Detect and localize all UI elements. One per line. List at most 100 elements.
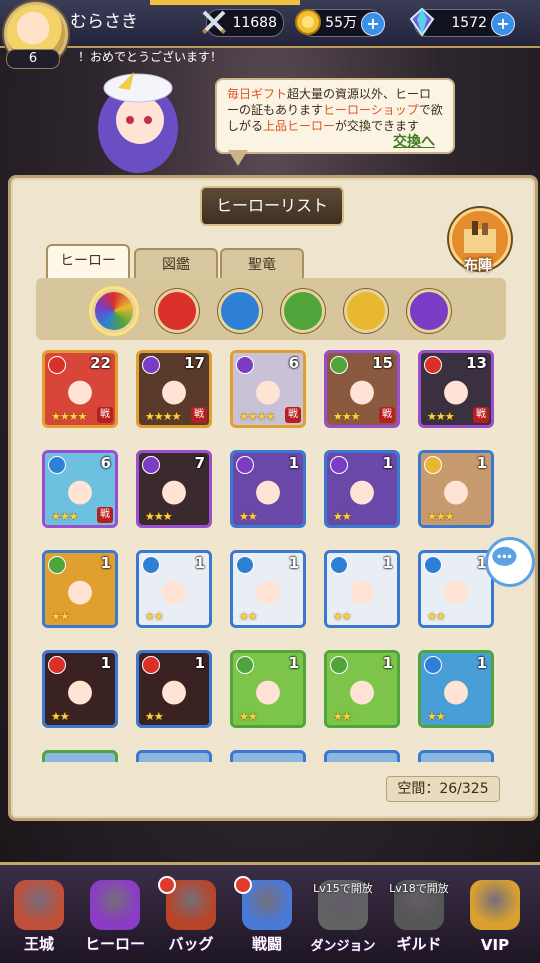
exchange-link[interactable]: 交換へ [393,131,435,151]
nav-guild-button[interactable]: Lv18で開放 ギルド [384,870,454,956]
gold-display: 55万 + [295,9,385,37]
hero-card[interactable]: 1 ★★ [230,550,306,628]
hero-count: 17 [184,354,205,372]
hero-card-partial[interactable] [136,750,212,762]
hero-card[interactable]: 1 ★★ [324,550,400,628]
dark-element-icon [142,356,160,374]
hero-stars: ★★ [51,610,70,623]
filter-all-icon[interactable] [92,289,136,333]
hero-count: 6 [288,354,299,372]
hero-card[interactable]: 1 ★★ [42,650,118,728]
hero-card-partial[interactable] [230,750,306,762]
wood-element-icon [48,556,66,574]
inventory-space: 空間：26/325 [386,776,500,802]
hero-card-partial[interactable] [418,750,494,762]
in-battle-badge: 戦 [473,407,489,423]
hero-icon [90,880,140,930]
hero-card[interactable]: 1 ★★ [230,450,306,528]
hero-card[interactable]: 1 ★★ [136,650,212,728]
nav-label: ダンジョン [310,939,376,954]
hero-count: 1 [476,454,487,472]
hero-count: 22 [90,354,111,372]
crossed-swords-icon [200,10,228,36]
hero-stars: ★★ [239,510,258,523]
nav-bag-button[interactable]: バッグ [156,870,226,956]
hero-card[interactable]: 1 ★★ [418,550,494,628]
gold-value: 55万 [325,15,357,31]
add-gems-button[interactable]: + [491,12,515,36]
fire-element-icon [48,356,66,374]
gold-coin-icon [295,9,321,35]
hero-card[interactable]: 1 ★★ [324,650,400,728]
gem-icon [409,7,435,37]
tab-holy-dragon[interactable]: 聖竜 [220,248,304,280]
hero-card[interactable]: 17 ★★★★ 戦 [136,350,212,428]
add-gold-button[interactable]: + [361,12,385,36]
chat-button[interactable] [485,537,535,587]
tab-encyclopedia[interactable]: 図鑑 [134,248,218,280]
hero-grid: 22 ★★★★ 戦 17 ★★★★ 戦 6 ★★★★ 戦 15 ★★★ 戦 13 ★★★ 戦 6 ★★★ 戦 7 ★★… [36,342,506,762]
hero-card[interactable]: 6 ★★★★ 戦 [230,350,306,428]
wood-element-icon [236,656,254,674]
nav-vip-button[interactable]: VIP [460,870,530,956]
filter-wood-icon[interactable] [281,289,325,333]
hero-count: 1 [288,654,299,672]
hero-card[interactable]: 15 ★★★ 戦 [324,350,400,428]
water-element-icon [142,556,160,574]
hero-count: 1 [476,654,487,672]
hero-count: 15 [372,354,393,372]
hero-stars: ★★★★ [239,410,275,423]
hero-card[interactable]: 6 ★★★ 戦 [42,450,118,528]
nav-battle-button[interactable]: 戦闘 [232,870,302,956]
wood-element-icon [330,656,348,674]
hero-card[interactable]: 1 ★★ [42,550,118,628]
filter-dark-icon[interactable] [407,289,451,333]
hero-count: 13 [466,354,487,372]
dark-element-icon [142,456,160,474]
nav-hero-button[interactable]: ヒーロー [80,870,150,956]
hero-stars: ★★ [427,710,446,723]
hero-card[interactable]: 22 ★★★★ 戦 [42,350,118,428]
dark-element-icon [236,456,254,474]
notification-dot [234,876,252,894]
in-battle-badge: 戦 [285,407,301,423]
hero-card[interactable]: 1 ★★ [136,550,212,628]
hero-stars: ★★★ [51,510,79,523]
hero-card[interactable]: 1 ★★ [324,450,400,528]
guide-character [98,72,178,173]
fire-element-icon [142,656,160,674]
wood-element-icon [330,356,348,374]
nav-label: ヒーロー [84,935,145,953]
tab-heroes[interactable]: ヒーロー [46,244,130,280]
hero-stars: ★★ [51,710,70,723]
hero-stars: ★★ [333,510,352,523]
power-value: 11688 [232,15,277,31]
hero-card[interactable]: 7 ★★★ [136,450,212,528]
hero-stars: ★★ [427,610,446,623]
hero-card[interactable]: 1 ★★ [418,650,494,728]
filter-light-icon[interactable] [344,289,388,333]
nav-dungeon-button[interactable]: Lv15で開放 ダンジョン [308,870,378,956]
hero-stars: ★★ [333,610,352,623]
filter-water-icon[interactable] [218,289,262,333]
hero-stars: ★★ [239,610,258,623]
filter-fire-icon[interactable] [155,289,199,333]
experience-bar [150,0,300,5]
hero-card[interactable]: 1 ★★★ [418,450,494,528]
bubble-text-hero-shop: ヒーローショップ [323,103,419,117]
hero-count: 1 [100,554,111,572]
hero-card-partial[interactable] [42,750,118,762]
nav-castle-button[interactable]: 王城 [4,870,74,956]
hero-card[interactable]: 13 ★★★ 戦 [418,350,494,428]
hero-count: 1 [382,454,393,472]
in-battle-badge: 戦 [191,407,207,423]
dark-element-icon [236,356,254,374]
hero-card[interactable]: 1 ★★ [230,650,306,728]
hero-card-partial[interactable] [324,750,400,762]
hero-count: 1 [194,654,205,672]
hero-count: 1 [288,554,299,572]
fire-element-icon [48,656,66,674]
panel-title: ヒーローリスト [200,186,344,226]
water-element-icon [48,456,66,474]
light-element-icon [424,456,442,474]
